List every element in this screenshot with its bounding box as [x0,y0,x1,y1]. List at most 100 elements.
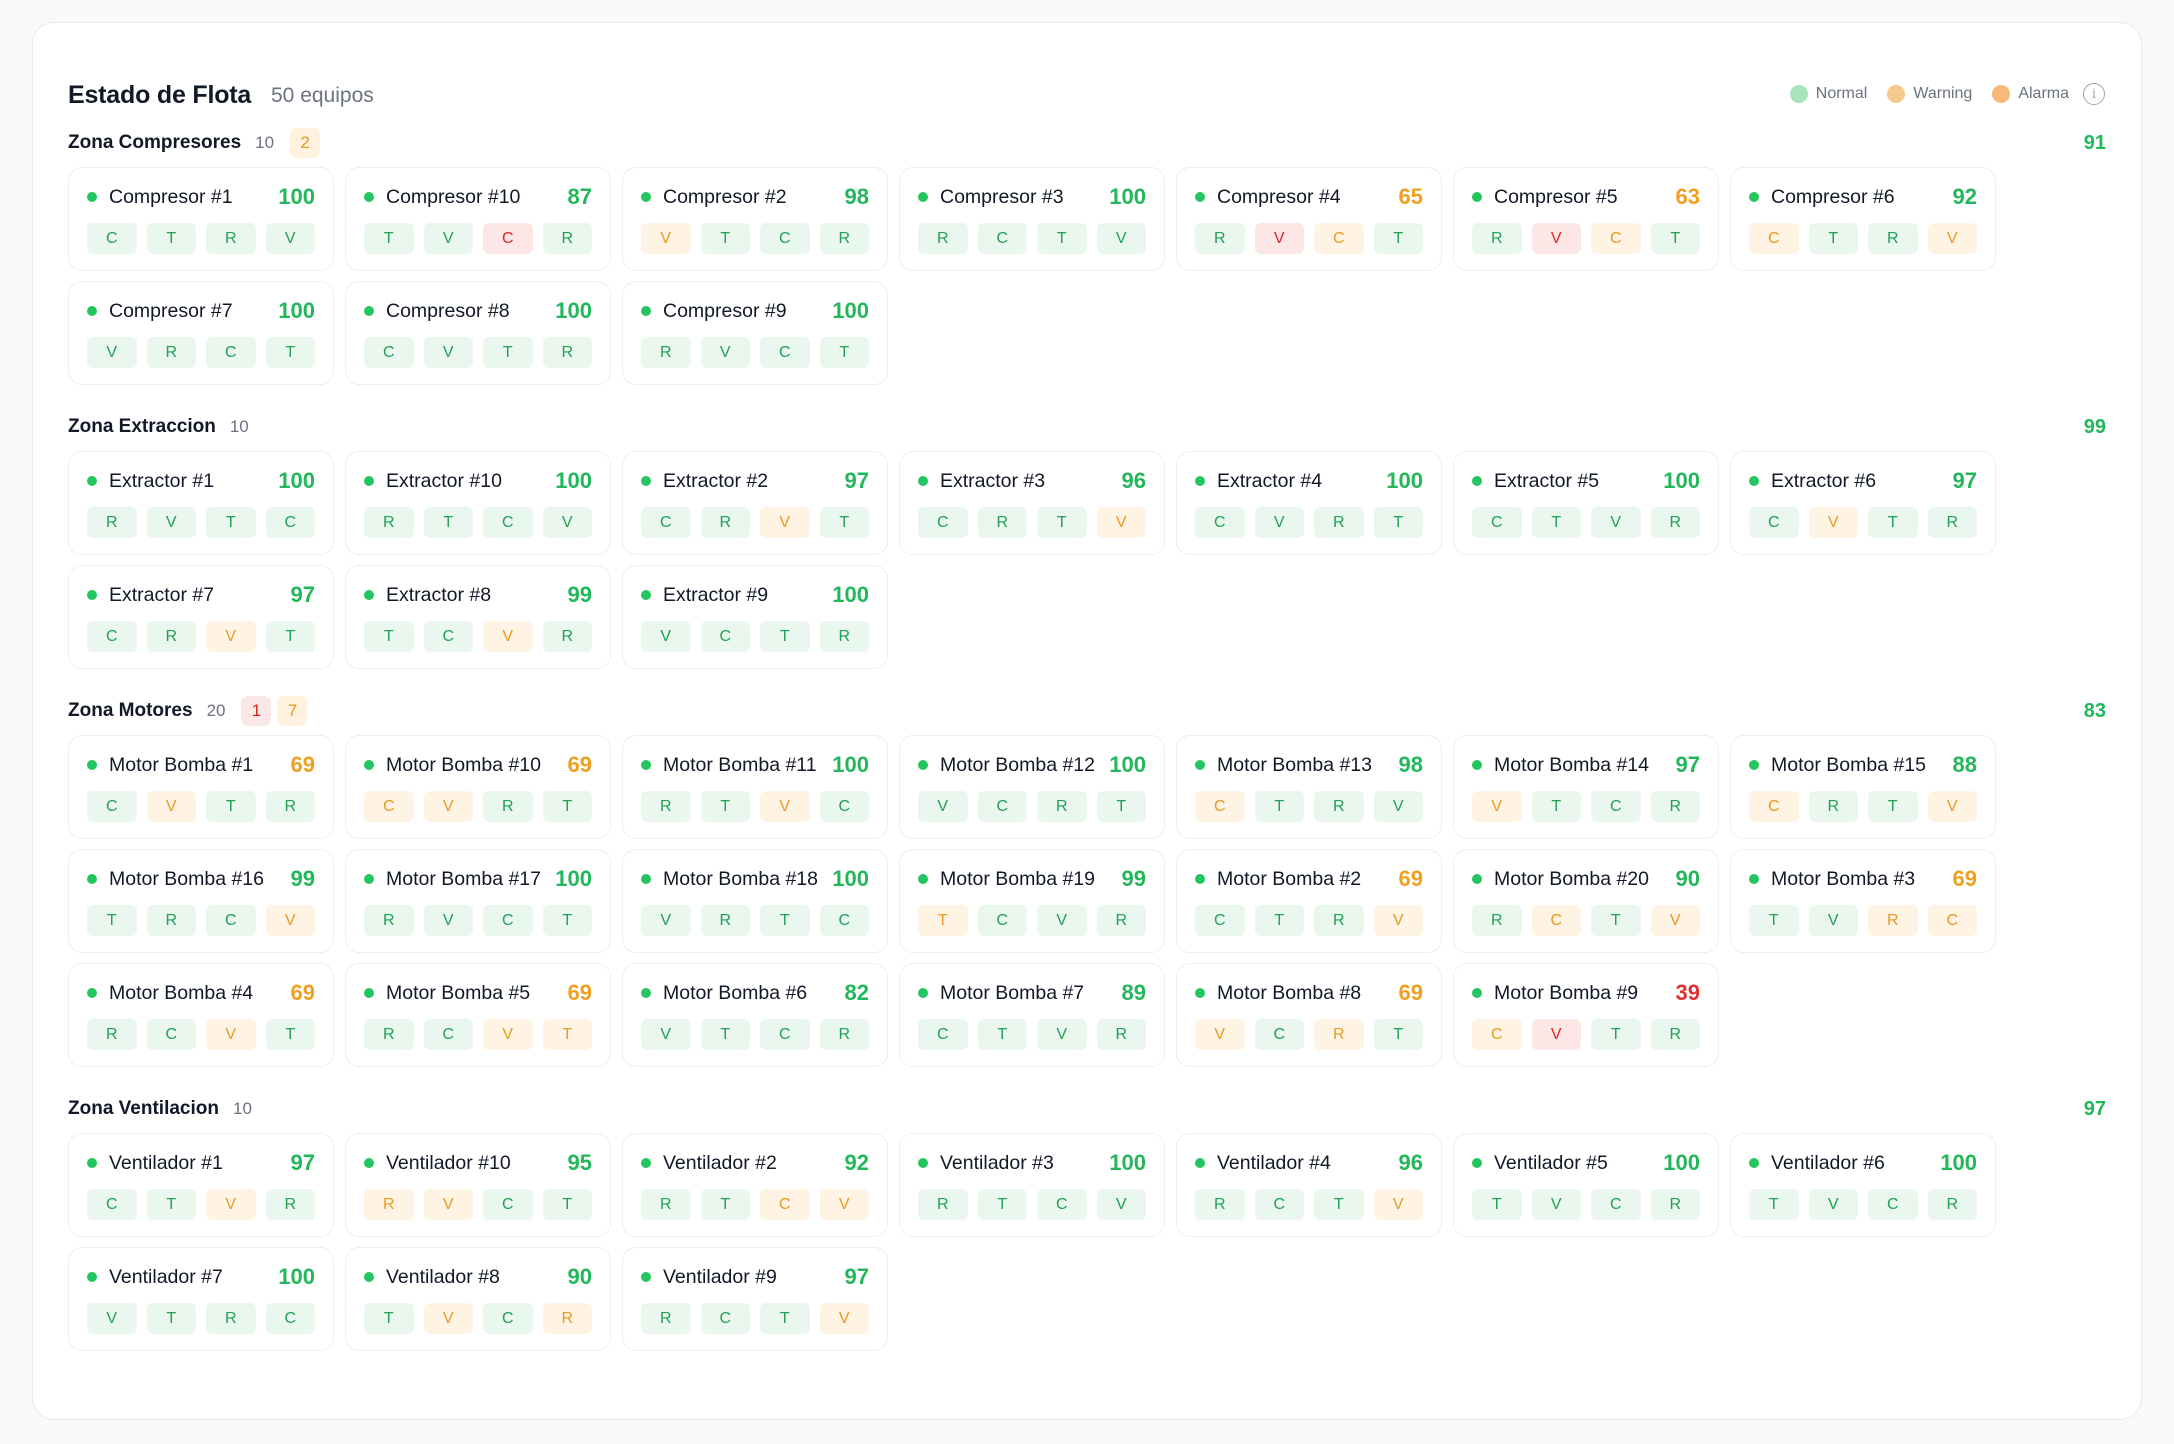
sensor-chip[interactable]: R [146,621,196,652]
sensor-chip[interactable]: C [364,337,414,368]
sensor-chip[interactable]: T [483,337,533,368]
sensor-chip[interactable]: C [641,507,691,538]
sensor-chip[interactable]: T [977,1019,1027,1050]
equipment-card[interactable]: Compresor #2 98 V T C R [622,167,888,271]
sensor-chip[interactable]: V [1531,1189,1581,1220]
sensor-chip[interactable]: C [1254,1019,1304,1050]
sensor-chip[interactable]: T [1531,791,1581,822]
sensor-chip[interactable]: T [1254,791,1304,822]
sensor-chip[interactable]: R [542,337,592,368]
sensor-chip[interactable]: C [819,905,869,936]
sensor-chip[interactable]: T [364,1303,414,1334]
sensor-chip[interactable]: C [1472,1019,1522,1050]
sensor-chip[interactable]: T [918,905,968,936]
sensor-chip[interactable]: C [423,1019,473,1050]
equipment-card[interactable]: Extractor #9 100 V C T R [622,565,888,669]
sensor-chip[interactable]: V [1927,223,1977,254]
sensor-chip[interactable]: T [1591,905,1641,936]
sensor-chip[interactable]: T [146,1303,196,1334]
sensor-chip[interactable]: R [641,1303,691,1334]
sensor-chip[interactable]: T [760,1303,810,1334]
sensor-chip[interactable]: V [206,621,256,652]
sensor-chip[interactable]: V [87,1303,137,1334]
equipment-card[interactable]: Motor Bomba #1 69 C V T R [68,735,334,839]
sensor-chip[interactable]: V [819,1303,869,1334]
sensor-chip[interactable]: T [1591,1019,1641,1050]
sensor-chip[interactable]: R [1868,905,1918,936]
sensor-chip[interactable]: V [1195,1019,1245,1050]
equipment-card[interactable]: Compresor #8 100 C V T R [345,281,611,385]
sensor-chip[interactable]: V [423,223,473,254]
sensor-chip[interactable]: C [918,507,968,538]
equipment-card[interactable]: Ventilador #4 96 R C T V [1176,1133,1442,1237]
sensor-chip[interactable]: V [1808,507,1858,538]
equipment-card[interactable]: Extractor #10 100 R T C V [345,451,611,555]
sensor-chip[interactable]: R [542,223,592,254]
sensor-chip[interactable]: V [423,1189,473,1220]
sensor-chip[interactable]: T [265,337,315,368]
equipment-card[interactable]: Motor Bomba #16 99 T R C V [68,849,334,953]
sensor-chip[interactable]: C [1195,507,1245,538]
equipment-card[interactable]: Motor Bomba #3 69 T V R C [1730,849,1996,953]
sensor-chip[interactable]: R [1096,1019,1146,1050]
sensor-chip[interactable]: R [977,507,1027,538]
sensor-chip[interactable]: C [1037,1189,1087,1220]
equipment-card[interactable]: Ventilador #10 95 R V C T [345,1133,611,1237]
sensor-chip[interactable]: C [977,791,1027,822]
sensor-chip[interactable]: R [1195,223,1245,254]
sensor-chip[interactable]: V [206,1019,256,1050]
equipment-card[interactable]: Extractor #6 97 C V T R [1730,451,1996,555]
sensor-chip[interactable]: T [1373,1019,1423,1050]
sensor-chip[interactable]: T [1749,905,1799,936]
sensor-chip[interactable]: T [146,223,196,254]
sensor-chip[interactable]: R [206,1303,256,1334]
sensor-chip[interactable]: T [1037,507,1087,538]
sensor-chip[interactable]: C [483,905,533,936]
sensor-chip[interactable]: T [423,507,473,538]
sensor-chip[interactable]: T [1868,507,1918,538]
sensor-chip[interactable]: V [1472,791,1522,822]
sensor-chip[interactable]: R [542,1303,592,1334]
sensor-chip[interactable]: T [1373,223,1423,254]
equipment-card[interactable]: Extractor #3 96 C R T V [899,451,1165,555]
sensor-chip[interactable]: C [1868,1189,1918,1220]
equipment-card[interactable]: Compresor #10 87 T V C R [345,167,611,271]
sensor-chip[interactable]: V [1373,905,1423,936]
sensor-chip[interactable]: R [918,1189,968,1220]
equipment-card[interactable]: Motor Bomba #13 98 C T R V [1176,735,1442,839]
sensor-chip[interactable]: R [364,507,414,538]
sensor-chip[interactable]: V [641,1019,691,1050]
sensor-chip[interactable]: C [760,1019,810,1050]
sensor-chip[interactable]: C [1254,1189,1304,1220]
sensor-chip[interactable]: C [483,1303,533,1334]
sensor-chip[interactable]: V [1037,905,1087,936]
sensor-chip[interactable]: R [819,223,869,254]
equipment-card[interactable]: Motor Bomba #8 69 V C R T [1176,963,1442,1067]
sensor-chip[interactable]: C [977,223,1027,254]
sensor-chip[interactable]: R [1472,905,1522,936]
sensor-chip[interactable]: C [1591,1189,1641,1220]
sensor-chip[interactable]: T [146,1189,196,1220]
sensor-chip[interactable]: V [423,905,473,936]
equipment-card[interactable]: Ventilador #1 97 C T V R [68,1133,334,1237]
info-icon[interactable]: i [2083,83,2105,105]
equipment-card[interactable]: Motor Bomba #19 99 T C V R [899,849,1165,953]
sensor-chip[interactable]: T [87,905,137,936]
sensor-chip[interactable]: T [1096,791,1146,822]
sensor-chip[interactable]: R [542,621,592,652]
sensor-chip[interactable]: R [918,223,968,254]
sensor-chip[interactable]: T [1373,507,1423,538]
sensor-chip[interactable]: V [1037,1019,1087,1050]
equipment-card[interactable]: Ventilador #7 100 V T R C [68,1247,334,1351]
sensor-chip[interactable]: C [483,223,533,254]
sensor-chip[interactable]: C [1195,905,1245,936]
sensor-chip[interactable]: V [1650,905,1700,936]
sensor-chip[interactable]: V [146,791,196,822]
sensor-chip[interactable]: C [819,791,869,822]
sensor-chip[interactable]: T [542,1019,592,1050]
sensor-chip[interactable]: V [1254,223,1304,254]
equipment-card[interactable]: Compresor #4 65 R V C T [1176,167,1442,271]
sensor-chip[interactable]: C [1195,791,1245,822]
sensor-chip[interactable]: C [700,621,750,652]
sensor-chip[interactable]: C [1591,223,1641,254]
